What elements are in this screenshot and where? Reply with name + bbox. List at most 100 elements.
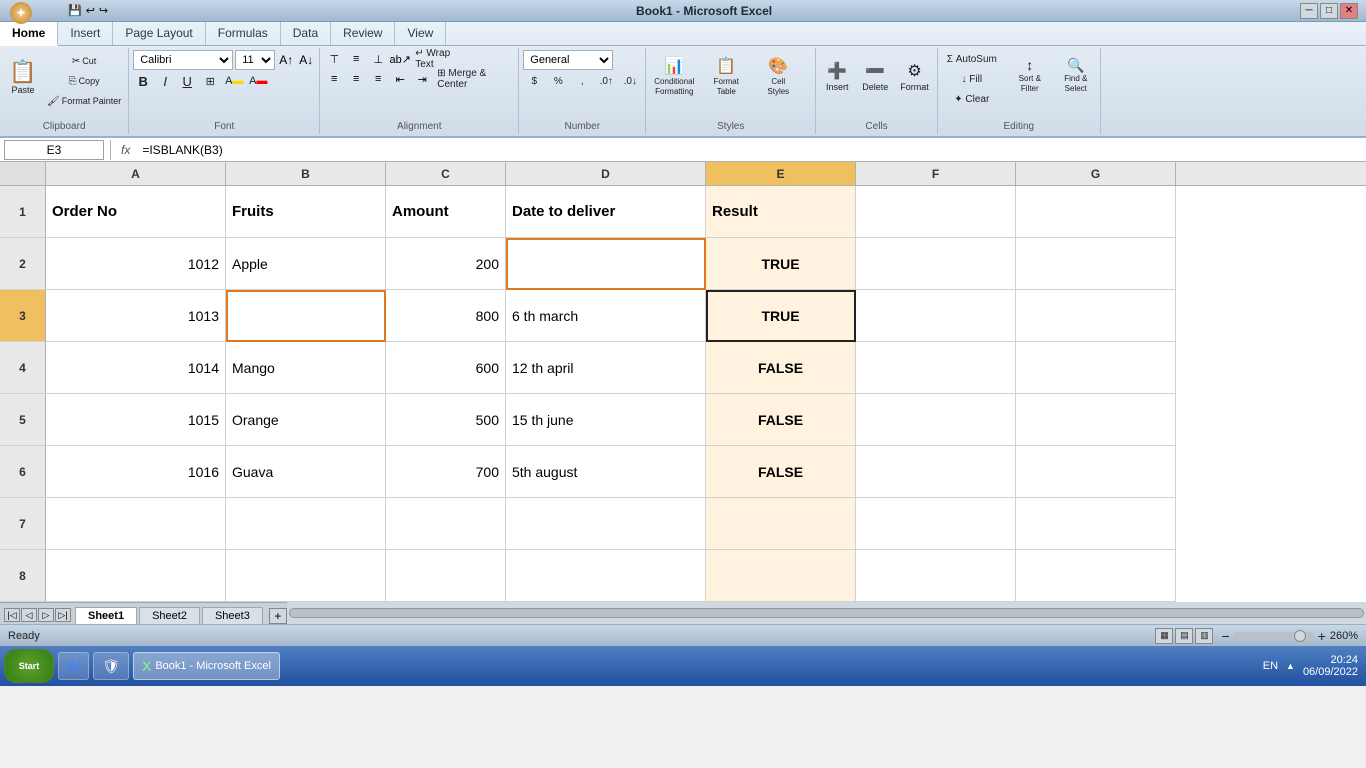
col-header-g[interactable]: G — [1016, 162, 1176, 185]
italic-btn[interactable]: I — [155, 72, 175, 90]
cell-d5[interactable]: 15 th june — [506, 394, 706, 446]
copy-button[interactable]: ⎘Copy — [44, 72, 124, 90]
cell-e6[interactable]: FALSE — [706, 446, 856, 498]
cell-c1[interactable]: Amount — [386, 186, 506, 238]
align-bottom-btn[interactable]: ⊥ — [368, 50, 388, 68]
tab-view[interactable]: View — [395, 22, 446, 45]
cell-g5[interactable] — [1016, 394, 1176, 446]
insert-btn[interactable]: ➕ Insert — [820, 50, 854, 106]
cell-f5[interactable] — [856, 394, 1016, 446]
redo-btn[interactable]: ↪ — [99, 4, 108, 17]
cell-c8[interactable] — [386, 550, 506, 602]
align-left-btn[interactable]: ≡ — [324, 70, 344, 88]
sheet-tab-1[interactable]: Sheet1 — [75, 607, 137, 624]
row-header-8[interactable]: 8 — [0, 550, 46, 602]
comma-btn[interactable]: , — [571, 72, 593, 90]
cell-f2[interactable] — [856, 238, 1016, 290]
normal-view-btn[interactable]: ▦ — [1155, 628, 1173, 644]
col-header-c[interactable]: C — [386, 162, 506, 185]
col-header-f[interactable]: F — [856, 162, 1016, 185]
cell-b5[interactable]: Orange — [226, 394, 386, 446]
cell-f3[interactable] — [856, 290, 1016, 342]
cell-e2[interactable]: TRUE — [706, 238, 856, 290]
paste-button[interactable]: 📋 Paste — [4, 50, 42, 106]
page-break-view-btn[interactable]: ▥ — [1195, 628, 1213, 644]
tab-data[interactable]: Data — [281, 22, 331, 45]
cell-g1[interactable] — [1016, 186, 1176, 238]
cell-e1[interactable]: Result — [706, 186, 856, 238]
cell-d7[interactable] — [506, 498, 706, 550]
cell-g6[interactable] — [1016, 446, 1176, 498]
cell-d8[interactable] — [506, 550, 706, 602]
prev-sheet-btn[interactable]: ◁ — [21, 608, 37, 622]
cell-f4[interactable] — [856, 342, 1016, 394]
format-as-table-btn[interactable]: 📋 FormatTable — [702, 50, 750, 106]
cell-d3[interactable]: 6 th march — [506, 290, 706, 342]
cell-f1[interactable] — [856, 186, 1016, 238]
cell-c3[interactable]: 800 — [386, 290, 506, 342]
currency-btn[interactable]: $ — [523, 72, 545, 90]
next-sheet-btn[interactable]: ▷ — [38, 608, 54, 622]
cell-b2[interactable]: Apple — [226, 238, 386, 290]
cell-f6[interactable] — [856, 446, 1016, 498]
cell-b3[interactable] — [226, 290, 386, 342]
cell-f8[interactable] — [856, 550, 1016, 602]
office-button[interactable]: ✦ — [10, 2, 32, 24]
indent-inc-btn[interactable]: ⇥ — [412, 70, 432, 88]
taskbar-word[interactable]: W — [58, 652, 89, 680]
font-color-btn[interactable]: A▬ — [247, 72, 269, 90]
cell-a7[interactable] — [46, 498, 226, 550]
increase-font-btn[interactable]: A↑ — [277, 53, 295, 67]
maximize-btn[interactable]: □ — [1320, 3, 1338, 19]
text-orient-btn[interactable]: ab↗ — [390, 50, 410, 68]
sheet-tab-2[interactable]: Sheet2 — [139, 607, 200, 624]
horizontal-scrollbar[interactable] — [287, 602, 1366, 624]
tab-review[interactable]: Review — [331, 22, 395, 45]
cell-c2[interactable]: 200 — [386, 238, 506, 290]
dec-inc-btn[interactable]: .0↑ — [595, 72, 617, 90]
minimize-btn[interactable]: ─ — [1300, 3, 1318, 19]
cell-f7[interactable] — [856, 498, 1016, 550]
align-middle-btn[interactable]: ≡ — [346, 50, 366, 68]
undo-btn[interactable]: ↩ — [86, 4, 95, 17]
col-header-b[interactable]: B — [226, 162, 386, 185]
row-header-1[interactable]: 1 — [0, 186, 46, 238]
align-center-btn[interactable]: ≡ — [346, 70, 366, 88]
cell-g8[interactable] — [1016, 550, 1176, 602]
row-header-2[interactable]: 2 — [0, 238, 46, 290]
cut-button[interactable]: ✂Cut — [44, 52, 124, 70]
col-header-d[interactable]: D — [506, 162, 706, 185]
start-button[interactable]: Start — [4, 649, 54, 683]
cell-b7[interactable] — [226, 498, 386, 550]
new-sheet-btn[interactable]: + — [269, 608, 287, 624]
decrease-font-btn[interactable]: A↓ — [297, 53, 315, 67]
formula-input[interactable] — [138, 140, 1362, 160]
border-btn[interactable]: ⊞ — [199, 72, 221, 90]
font-name-select[interactable]: Calibri — [133, 50, 233, 70]
last-sheet-btn[interactable]: ▷| — [55, 608, 71, 622]
cell-e5[interactable]: FALSE — [706, 394, 856, 446]
cell-c5[interactable]: 500 — [386, 394, 506, 446]
merge-center-btn[interactable]: ⊞ Merge & Center — [434, 70, 514, 88]
zoom-in-btn[interactable]: + — [1318, 628, 1326, 644]
first-sheet-btn[interactable]: |◁ — [4, 608, 20, 622]
row-header-3[interactable]: 3 — [0, 290, 46, 342]
underline-btn[interactable]: U — [177, 72, 197, 90]
zoom-out-btn[interactable]: − — [1221, 628, 1229, 644]
find-select-btn[interactable]: 🔍 Find &Select — [1056, 50, 1096, 102]
cell-d6[interactable]: 5th august — [506, 446, 706, 498]
fill-color-btn[interactable]: A▬ — [223, 72, 245, 90]
cell-a3[interactable]: 1013 — [46, 290, 226, 342]
close-btn[interactable]: ✕ — [1340, 3, 1358, 19]
quick-save-btn[interactable]: 💾 — [68, 4, 82, 17]
cell-a2[interactable]: 1012 — [46, 238, 226, 290]
taskbar-security[interactable]: 🛡 — [93, 652, 129, 680]
tab-page-layout[interactable]: Page Layout — [113, 22, 205, 45]
percent-btn[interactable]: % — [547, 72, 569, 90]
font-size-select[interactable]: 11 — [235, 50, 275, 70]
dec-dec-btn[interactable]: .0↓ — [619, 72, 641, 90]
cell-styles-btn[interactable]: 🎨 CellStyles — [754, 50, 802, 106]
cell-c4[interactable]: 600 — [386, 342, 506, 394]
cell-c7[interactable] — [386, 498, 506, 550]
cell-g4[interactable] — [1016, 342, 1176, 394]
